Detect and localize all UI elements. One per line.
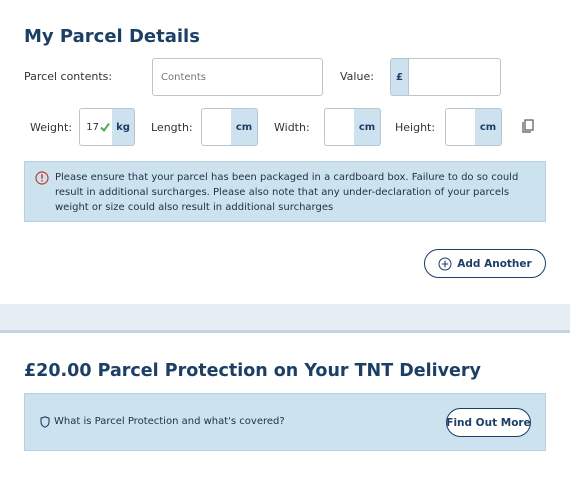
alert-circle-icon <box>35 171 49 185</box>
height-unit-addon: cm <box>475 108 502 146</box>
plus-circle-icon <box>438 257 452 270</box>
section-divider-line <box>0 330 570 333</box>
length-label: Length: <box>151 121 193 134</box>
length-input[interactable] <box>201 108 231 146</box>
width-input[interactable] <box>324 108 354 146</box>
parcel-contents-label: Parcel contents: <box>24 70 113 83</box>
weight-label: Weight: <box>30 121 73 134</box>
weight-input[interactable]: 17 <box>79 108 112 146</box>
parcel-contents-input[interactable] <box>152 58 323 96</box>
protection-title: £20.00 Parcel Protection on Your TNT Del… <box>24 361 481 381</box>
length-unit-addon: cm <box>231 108 258 146</box>
width-label: Width: <box>274 121 310 134</box>
copy-icon <box>522 119 534 133</box>
weight-value: 17 <box>86 121 99 133</box>
weight-field: 17 kg <box>79 108 135 146</box>
height-label: Height: <box>395 121 436 134</box>
section-divider <box>0 304 570 330</box>
height-input[interactable] <box>445 108 475 146</box>
shield-icon <box>40 416 50 428</box>
length-field: cm <box>201 108 258 146</box>
value-input[interactable] <box>408 58 501 96</box>
add-another-label: Add Another <box>457 257 532 270</box>
value-field: £ <box>390 58 501 96</box>
page-title: My Parcel Details <box>24 26 200 47</box>
weight-unit-addon: kg <box>112 108 135 146</box>
packaging-notice-text: Please ensure that your parcel has been … <box>55 172 519 213</box>
height-field: cm <box>445 108 502 146</box>
add-another-button[interactable]: Add Another <box>424 249 546 278</box>
find-out-more-button[interactable]: Find Out More <box>446 408 531 437</box>
packaging-notice: Please ensure that your parcel has been … <box>24 161 546 222</box>
currency-addon: £ <box>390 58 408 96</box>
width-field: cm <box>324 108 381 146</box>
protection-question: What is Parcel Protection and what's cov… <box>54 416 285 427</box>
copy-parcel-button[interactable] <box>520 118 536 134</box>
width-unit-addon: cm <box>354 108 381 146</box>
checkmark-icon <box>100 122 110 132</box>
value-label: Value: <box>340 70 374 83</box>
protection-info-box: What is Parcel Protection and what's cov… <box>24 393 546 451</box>
